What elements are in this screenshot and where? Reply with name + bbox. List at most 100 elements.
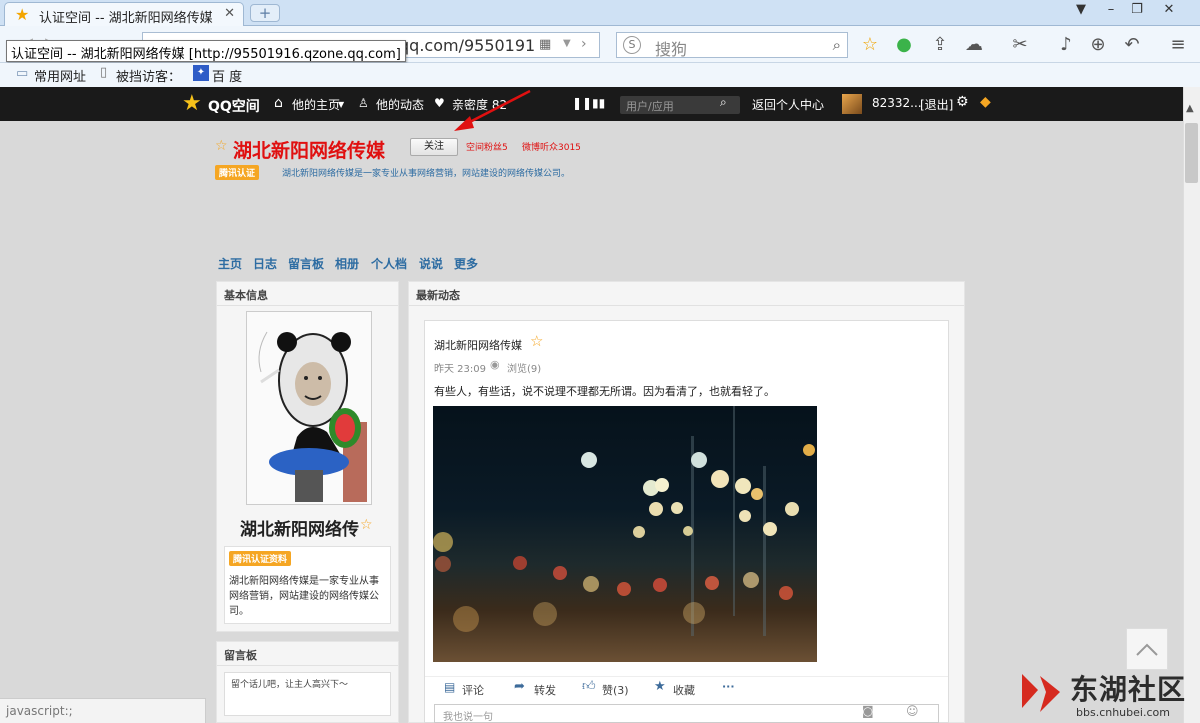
annotation-arrow [454,89,531,131]
tab-title: 认证空间 -- 湖北新阳网络传媒 [39,11,213,26]
search-box[interactable]: S 搜狗 ⌕ [616,32,848,60]
url-tooltip: 认证空间 -- 湖北新阳网络传媒 [http://95501916.qzone.… [6,40,406,62]
space-description: 湖北新阳网络传媒是一家专业从事网络营销，网站建设的网络传媒公司。 [282,169,571,179]
feed-text: 有些人，有些话，说不说理不理都无所谓。因为看清了，也就看轻了。 [434,385,775,398]
guestbook-input[interactable]: 留个话儿吧，让主人高兴下～ [224,672,391,716]
watermark-logo: 东湖社区 bbs.cnhubei.com [1016,666,1200,723]
folder-icon: ▭ [16,66,29,81]
nav-more[interactable]: 更多 [454,255,478,272]
scroll-up-icon[interactable]: ▲ [1186,103,1194,114]
volume-icon[interactable]: ♪ [1054,34,1078,55]
forward-icon: ➦ [514,679,525,694]
panel-title: 最新动态 [409,282,964,306]
camera-icon[interactable]: ◙ [862,704,874,718]
qr-code-icon[interactable]: ▦ [539,37,551,52]
forward-button[interactable]: 转发 [534,682,556,698]
nav-home[interactable]: 主页 [218,255,242,272]
sogou-engine-icon[interactable]: S [623,36,641,54]
nav-album[interactable]: 相册 [335,255,359,272]
weibo-listeners[interactable]: 微博听众3015 [522,140,581,153]
go-arrow-icon[interactable]: › [581,36,587,52]
cloud-icon[interactable]: ☁ [962,34,986,55]
qzone-search-icon[interactable]: ⌕ [720,95,727,110]
cert-info-badge[interactable]: 腾讯认证资料 [229,551,292,566]
profile-name[interactable]: 湖北新阳网络传 [240,515,359,540]
maximize-icon[interactable]: ❐ [1126,2,1148,17]
feed-time[interactable]: 昨天 23:09 [434,360,486,375]
nav-guestbook[interactable]: 留言板 [288,255,324,272]
scrollbar-thumb[interactable] [1185,123,1198,183]
scissors-icon[interactable]: ✂ [1008,34,1032,55]
cert-star-icon: ☆ [530,332,544,350]
avatar[interactable] [842,94,862,114]
feed-author[interactable]: 湖北新阳网络传媒 [434,337,522,353]
browser-tab[interactable]: ★ 认证空间 -- 湖北新阳网络传媒 ✕ [4,2,244,26]
search-input[interactable]: 搜狗 [655,36,687,60]
bookmark-common-sites[interactable]: 常用网址 [34,66,86,85]
fans-count[interactable]: 空间粉丝5 [466,140,508,153]
follow-button[interactable]: 关注 [410,138,458,156]
address-dropdown-icon[interactable]: ▼ [563,38,571,49]
favorite-star-icon: ★ [15,5,30,24]
pause-icon[interactable]: ❚❚ [572,96,592,110]
feed-photo[interactable] [433,406,817,662]
bookmark-baidu[interactable]: 百 度 [212,66,242,85]
like-icon: 👍︎ [582,679,596,694]
cert-star-icon: ☆ [360,517,373,533]
watermark-brand: 东湖社区 [1070,673,1187,706]
address-url: qq.com/9550191 [399,36,536,55]
nav-profile[interactable]: 个人档 [371,255,407,272]
wechat-icon[interactable]: ● [892,34,916,55]
new-tab-button[interactable]: + [250,4,280,22]
tencent-cert-badge[interactable]: 腾讯认证 [215,165,260,180]
close-window-icon[interactable]: ✕ [1158,2,1180,17]
favorites-star-icon[interactable]: ☆ [858,34,882,55]
more-actions-button[interactable]: ··· [722,680,735,693]
chevron-up-icon [1136,643,1158,656]
his-feed-link[interactable]: 他的动态 [376,96,424,113]
panda-meme-image [247,312,371,504]
username[interactable]: 82332... [872,96,922,110]
watermark-url: bbs.cnhubei.com [1076,706,1170,719]
qzone-logo[interactable]: QQ空间 [208,96,260,116]
heart-icon: ♥ [434,96,445,110]
back-to-top-button[interactable] [1126,628,1168,670]
eye-icon: ◉ [490,358,500,371]
comment-icon: ▤ [444,680,456,694]
diamond-icon[interactable]: ◆ [980,94,991,110]
minimize-icon[interactable]: – [1100,2,1122,17]
profile-avatar[interactable] [246,311,372,505]
panel-title: 基本信息 [217,282,398,306]
nav-blog[interactable]: 日志 [253,255,277,272]
search-icon[interactable]: ⌕ [833,36,841,54]
his-home-link[interactable]: 他的主页 [292,96,340,113]
favorite-button[interactable]: 收藏 [673,682,695,698]
emoji-icon[interactable]: ☺ [906,704,919,718]
skin-icon[interactable]: ▼ [1070,2,1092,17]
home-icon: ⌂ [274,95,283,111]
person-icon: ♙ [358,96,369,110]
share-icon[interactable]: ⇪ [928,34,952,55]
gear-icon[interactable]: ⚙ [956,94,969,110]
like-button[interactable]: 赞(3) [602,682,629,698]
dh-logo-mark-icon [1022,674,1060,712]
chevron-down-icon[interactable]: ▼ [338,100,344,109]
menu-icon[interactable]: ≡ [1166,34,1190,55]
baidu-paw-icon: ✦ [193,65,209,81]
tab-close-icon[interactable]: ✕ [224,6,235,21]
bars-icon[interactable]: ▮▮ [592,96,605,110]
qzone-star-icon: ★ [182,91,202,116]
panel-title: 留言板 [217,642,398,666]
feed-views[interactable]: 浏览(9) [507,360,541,375]
bookmark-blocked-visitors[interactable]: 被挡访客： [116,66,181,85]
space-title[interactable]: 湖北新阳网络传媒 [233,136,385,163]
back-to-center-link[interactable]: 返回个人中心 [752,96,824,113]
comment-button[interactable]: 评论 [462,682,484,698]
nav-shuoshuo[interactable]: 说说 [419,255,443,272]
undo-icon[interactable]: ↶ [1120,34,1144,55]
logout-link[interactable]: [退出] [920,96,953,113]
cert-star-icon: ☆ [215,138,228,154]
download-icon[interactable]: ⊕ [1086,34,1110,55]
profile-intro: 湖北新阳网络传媒是一家专业从事网络营销，网站建设的网络传媒公司。 [229,576,379,617]
page-icon: ▯ [100,65,108,80]
